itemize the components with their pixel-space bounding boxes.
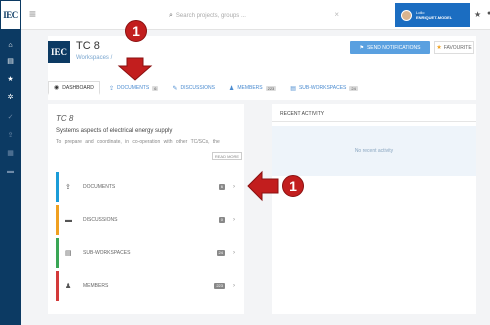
annotation-arrow-left	[247, 170, 279, 202]
annotation-overlay	[117, 57, 279, 202]
annotation-arrow-down	[117, 57, 153, 81]
annotation-step-badge: 1	[125, 20, 147, 42]
annotation-step-badge: 1	[282, 175, 304, 197]
